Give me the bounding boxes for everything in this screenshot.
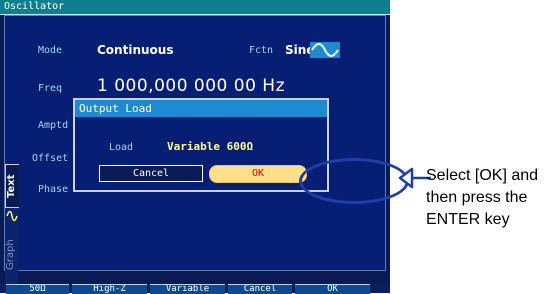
offset-label: Offset [32,153,69,164]
ok-button[interactable]: OK [209,165,307,183]
title-bar: Oscillator [0,0,390,15]
mode-value[interactable]: Continuous [97,43,173,57]
amptd-label: Amptd [38,120,69,131]
dialog-title: Output Load [79,102,152,115]
sine-wave-icon [6,210,18,222]
dialog-title-bar: Output Load [75,100,327,117]
freq-label: Freq [38,83,63,94]
output-load-dialog: Output Load Load Variable 600Ω Cancel OK [73,98,329,192]
cancel-button[interactable]: Cancel [99,165,203,182]
load-value: Variable 600Ω [167,140,254,153]
tab-text[interactable]: Text [5,164,19,208]
window-title: Oscillator [4,1,65,12]
oscillator-screen: Oscillator Mode Continuous Fctn Sine Fre… [0,0,409,294]
load-label: Load [109,142,134,153]
view-tabs: Text Graph [5,164,19,286]
ok-highlight-ellipse [299,158,409,204]
fctn-label: Fctn [249,45,274,56]
freq-value[interactable]: 1 000,000 000 00 Hz [97,76,285,96]
sine-function-icon [310,42,340,58]
instruction-callout: Select [OK] and then press the ENTER key [426,167,539,228]
mode-label: Mode [38,45,63,56]
tab-graph[interactable]: Graph [5,224,18,286]
phase-label: Phase [38,184,69,195]
